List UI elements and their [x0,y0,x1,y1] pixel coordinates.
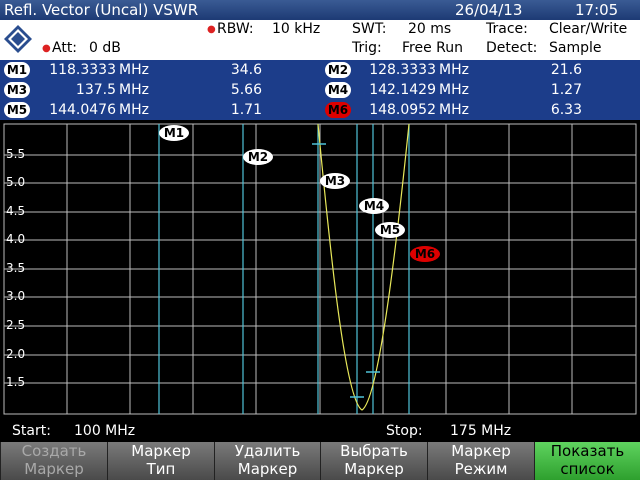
y-tick: 2.0 [6,347,26,361]
svg-text:M6: M6 [415,247,435,261]
y-tick: 5.0 [6,175,26,189]
att-indicator-dot: ● [42,43,51,54]
frequency-range-bar: Start: 100 MHz Stop: 175 MHz [0,420,640,442]
marker-unit: MHz [439,102,469,118]
marker-badge-m1[interactable]: M1 [4,62,30,78]
measurement-title: Refl. Vector (Uncal) VSWR [4,1,199,19]
title-bar: Refl. Vector (Uncal) VSWR 26/04/13 17:05 [0,0,640,20]
softkey-line2: Маркер [24,460,84,478]
softkey-line2: Маркер [237,460,298,478]
trig-value: Free Run [402,40,464,56]
marker-badge-m3[interactable]: M3 [4,82,30,98]
marker-value: 34.6 [230,62,262,78]
softkey-line2: Тип [146,460,176,478]
y-tick: 5.5 [6,147,26,161]
y-tick: 1.5 [6,375,26,389]
softkey-line1: Удалить [234,442,301,460]
marker-freq: 128.3333 [369,62,436,78]
swt-label: SWT: [352,21,387,37]
marker-value: 5.66 [230,82,262,98]
rbw-label: RBW: [217,21,254,37]
marker-badge-m6[interactable]: M6 [325,102,351,118]
start-label: Start: [12,423,51,439]
marker-mode-softkey[interactable]: Маркер Режим [427,442,534,480]
start-value: 100 MHz [74,423,136,439]
softkey-line1: Маркер [131,442,191,460]
marker-label-m4: M4 [359,198,389,214]
marker-freq: 148.0952 [369,102,436,118]
marker-unit: MHz [119,102,149,118]
marker-badge-m5[interactable]: M5 [4,102,30,118]
rbw-value: 10 kHz [272,21,321,37]
select-marker-softkey[interactable]: Выбрать Маркер [320,442,427,480]
marker-freq: 142.1429 [369,82,436,98]
marker-value: 21.6 [550,62,582,78]
softkey-line1: Выбрать [340,442,408,460]
trace-value: Clear/Write [549,21,628,37]
softkey-line1: Маркер [451,442,511,460]
y-tick: 4.5 [6,204,26,218]
marker-type-softkey[interactable]: Маркер Тип [107,442,214,480]
marker-label-m1: M1 [159,125,189,141]
settings-panel: ● RBW: 10 kHz SWT: 20 ms Trace: Clear/Wr… [0,20,640,60]
detect-label: Detect: [486,40,538,56]
trace-plot-svg: M1 M2 M3 M4 M5 M6 [3,123,637,415]
marker-row: M1 118.3333 MHz 34.6 M2 128.3333 MHz 21.… [0,60,640,80]
marker-badge-m2[interactable]: M2 [325,62,351,78]
marker-value: 6.33 [550,102,582,118]
softkey-bar: Создать Маркер Маркер Тип Удалить Маркер… [0,442,640,480]
trig-label: Trig: [352,40,382,56]
delete-marker-softkey[interactable]: Удалить Маркер [214,442,320,480]
marker-row: M3 137.5 MHz 5.66 M4 142.1429 MHz 1.27 [0,80,640,100]
softkey-line1: Создать [21,442,87,460]
y-tick: 3.5 [6,261,26,275]
marker-unit: MHz [119,82,149,98]
trace-plot[interactable]: M1 M2 M3 M4 M5 M6 5.5 5.0 4.5 4.0 3.5 3.… [0,120,640,420]
svg-text:M5: M5 [380,223,400,237]
softkey-line2: список [560,460,615,478]
svg-text:M2: M2 [248,150,268,164]
marker-unit: MHz [119,62,149,78]
softkey-line2: Режим [454,460,508,478]
rbw-indicator-dot: ● [207,24,216,35]
detect-value: Sample [549,40,602,56]
stop-label: Stop: [386,423,423,439]
svg-text:M4: M4 [364,199,384,213]
marker-unit: MHz [439,82,469,98]
marker-label-m3: M3 [320,173,350,189]
show-list-softkey[interactable]: Показать список [534,442,640,480]
marker-unit: MHz [439,62,469,78]
svg-text:M1: M1 [164,126,184,140]
svg-text:M3: M3 [325,174,345,188]
brand-logo-icon [4,25,32,53]
marker-freq: 144.0476 [49,102,116,118]
date-display: 26/04/13 [455,1,523,19]
marker-freq: 118.3333 [49,62,116,78]
marker-row: M5 144.0476 MHz 1.71 M6 148.0952 MHz 6.3… [0,100,640,120]
softkey-line1: Показать [550,442,625,460]
marker-value: 1.71 [230,102,262,118]
marker-label-m5: M5 [375,222,405,238]
time-display: 17:05 [575,1,619,19]
att-value: 0 dB [89,40,121,56]
y-tick: 4.0 [6,232,26,246]
marker-table: M1 118.3333 MHz 34.6 M2 128.3333 MHz 21.… [0,60,640,120]
create-marker-softkey[interactable]: Создать Маркер [0,442,107,480]
marker-badge-m4[interactable]: M4 [325,82,351,98]
y-tick: 3.0 [6,289,26,303]
stop-value: 175 MHz [450,423,512,439]
marker-freq: 137.5 [75,82,116,98]
marker-value: 1.27 [550,82,582,98]
trace-label: Trace: [486,21,528,37]
swt-value: 20 ms [408,21,452,37]
y-tick: 2.5 [6,318,26,332]
softkey-line2: Маркер [344,460,404,478]
marker-label-m6: M6 [410,246,440,262]
marker-label-m2: M2 [243,149,273,165]
att-label: Att: [52,40,78,56]
